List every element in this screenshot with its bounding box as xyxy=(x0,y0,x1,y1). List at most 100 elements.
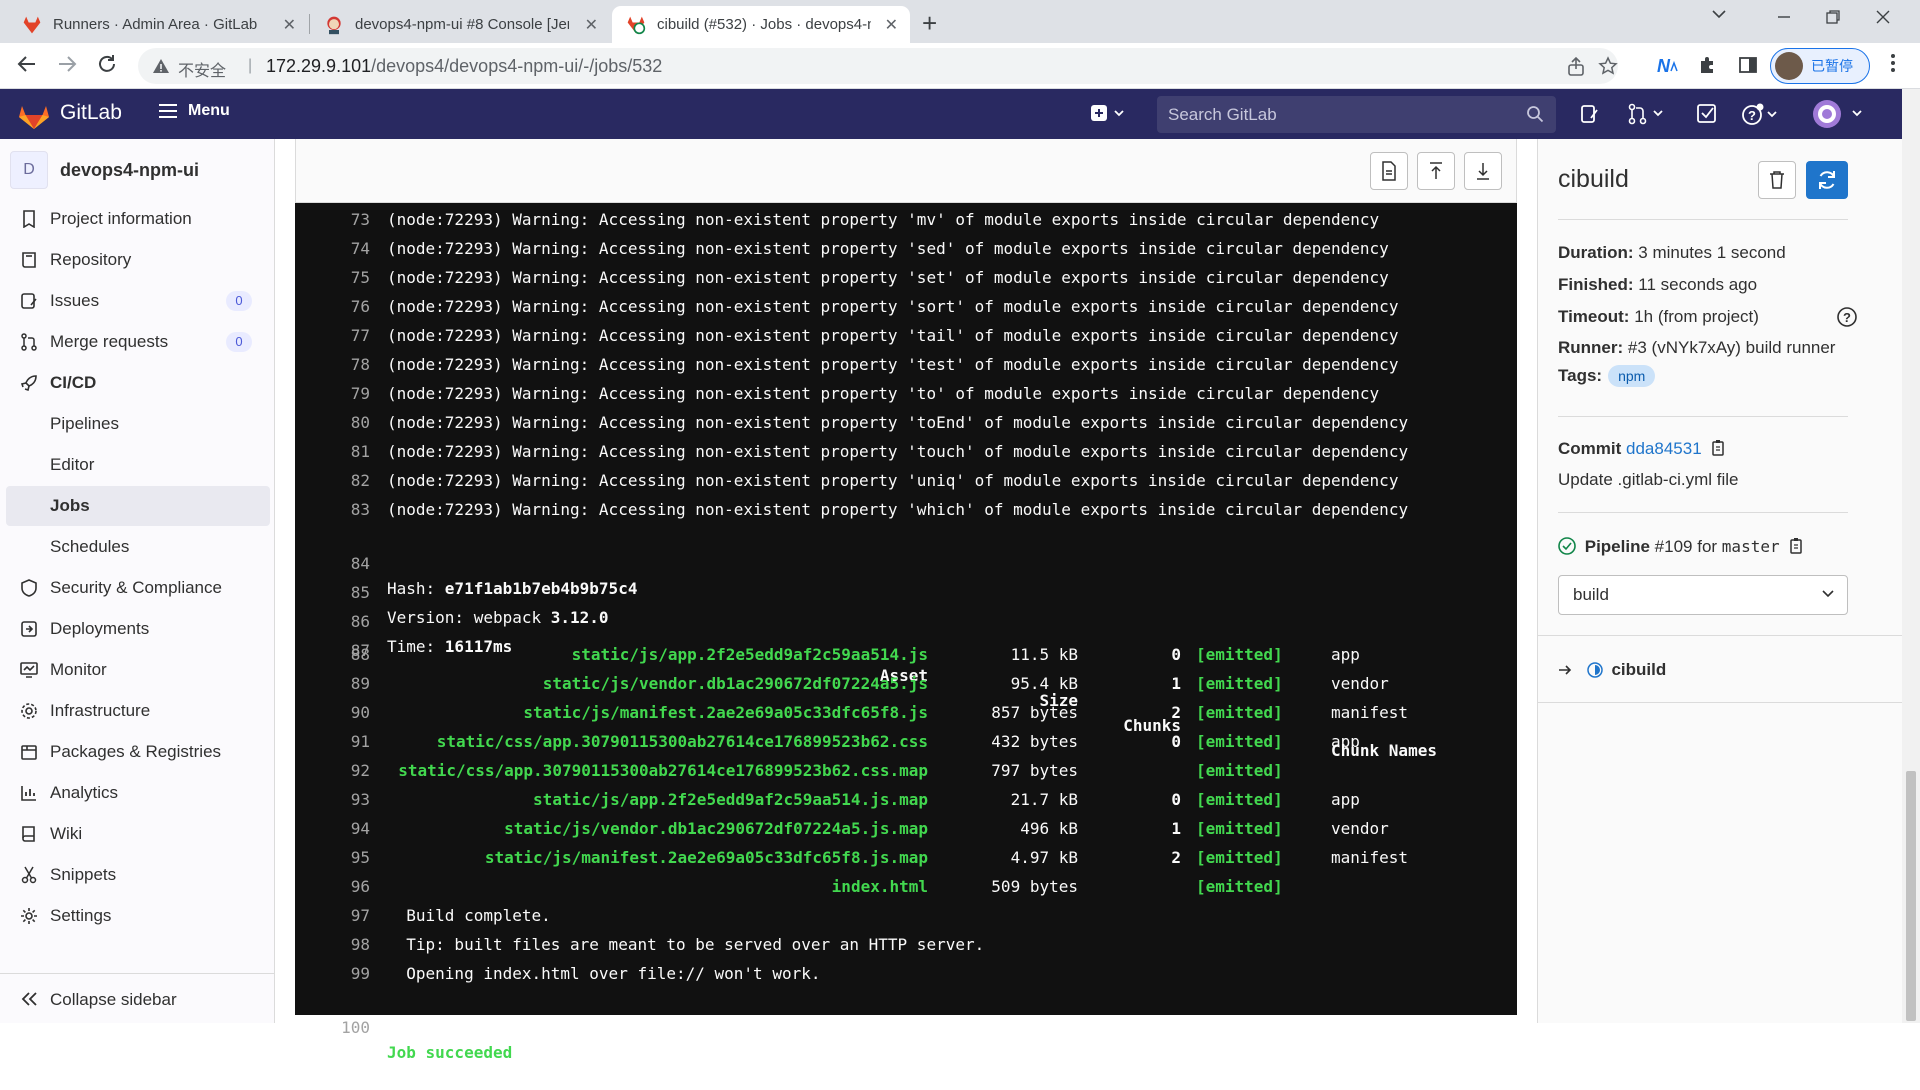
pipeline-ref[interactable]: master xyxy=(1722,537,1780,556)
main-menu-button[interactable]: Menu xyxy=(158,102,230,120)
browser-tab-runners[interactable]: Runners · Admin Area · GitLab ✕ xyxy=(8,6,308,43)
user-avatar-menu[interactable] xyxy=(1812,99,1868,129)
line-number[interactable]: 80 xyxy=(295,410,370,435)
stage-select[interactable]: build xyxy=(1558,575,1848,615)
line-number[interactable]: 74 xyxy=(295,236,370,261)
divider xyxy=(1538,702,1903,703)
address-bar[interactable]: 不安全 | 172.29.9.101/devops4/devops4-npm-u… xyxy=(138,48,1618,84)
sidebar-item-security-compliance[interactable]: Security & Compliance xyxy=(6,568,270,608)
sidebar-item-repository[interactable]: Repository xyxy=(6,240,270,280)
log-line: 81 (node:72293) Warning: Accessing non-ex… xyxy=(295,439,1517,468)
sidebar-item-monitor[interactable]: Monitor xyxy=(6,650,270,690)
commit-sha-link[interactable]: dda84531 xyxy=(1626,439,1702,458)
sidebar-item-label: Settings xyxy=(50,906,112,925)
sidebar-item-ci-cd[interactable]: CI/CD xyxy=(6,363,270,403)
restore-window-icon[interactable] xyxy=(1824,8,1842,26)
copy-icon[interactable] xyxy=(1788,537,1804,555)
emitted-flag: [emitted] xyxy=(1196,790,1283,809)
line-number[interactable]: 97 xyxy=(295,903,370,928)
extension-n-icon[interactable]: N xyxy=(1656,55,1680,77)
scroll-to-bottom-button[interactable] xyxy=(1464,152,1502,190)
line-number[interactable]: 99 xyxy=(295,961,370,986)
line-number[interactable]: 90 xyxy=(295,700,370,725)
sidebar-item-merge-requests[interactable]: Merge requests 0 xyxy=(6,322,270,362)
reload-button[interactable] xyxy=(96,53,118,75)
line-number[interactable]: 98 xyxy=(295,932,370,957)
sidebar-item-issues[interactable]: Issues 0 xyxy=(6,281,270,321)
show-raw-button[interactable] xyxy=(1370,152,1408,190)
line-number[interactable]: 95 xyxy=(295,845,370,870)
sidebar-item-infrastructure[interactable]: Infrastructure xyxy=(6,691,270,731)
help-icon[interactable]: ? xyxy=(1741,103,1781,127)
sidebar-subitem-jobs[interactable]: Jobs xyxy=(6,486,270,526)
line-number[interactable]: 79 xyxy=(295,381,370,406)
new-dropdown-plus-icon[interactable] xyxy=(1090,103,1130,123)
gitlab-logo-icon[interactable] xyxy=(18,100,50,130)
gitlab-brand[interactable]: GitLab xyxy=(60,101,122,125)
project-header[interactable]: D devops4-npm-ui xyxy=(10,151,199,189)
sidebar-subitem-schedules[interactable]: Schedules xyxy=(6,527,270,567)
todos-icon[interactable] xyxy=(1696,103,1718,125)
line-number[interactable]: 94 xyxy=(295,816,370,841)
line-number[interactable]: 83 xyxy=(295,497,370,522)
merge-requests-shortcut-icon[interactable] xyxy=(1627,103,1667,125)
line-number[interactable]: 75 xyxy=(295,265,370,290)
line-number[interactable]: 100 xyxy=(295,1015,370,1040)
line-number[interactable]: 93 xyxy=(295,787,370,812)
emitted-flag: [emitted] xyxy=(1196,848,1283,867)
copy-icon[interactable] xyxy=(1710,439,1726,457)
tab-search-chevron-icon[interactable] xyxy=(1710,5,1728,23)
close-tab-icon[interactable]: ✕ xyxy=(885,15,898,35)
close-window-icon[interactable] xyxy=(1874,8,1892,26)
scroll-to-top-button[interactable] xyxy=(1417,152,1455,190)
back-button[interactable] xyxy=(16,53,38,75)
sidebar-item-settings[interactable]: Settings xyxy=(6,896,270,936)
extensions-puzzle-icon[interactable] xyxy=(1698,55,1718,75)
page-scrollbar[interactable] xyxy=(1902,89,1920,1023)
line-number[interactable]: 96 xyxy=(295,874,370,899)
profile-paused-button[interactable]: 已暂停 xyxy=(1770,48,1870,84)
line-number[interactable]: 91 xyxy=(295,729,370,754)
asset-row: 91 static/css/app.30790115300ab27614ce176… xyxy=(295,729,1517,758)
line-number[interactable]: 88 xyxy=(295,642,370,667)
issues-count-badge: 0 xyxy=(226,291,252,311)
help-circle-icon[interactable]: ? xyxy=(1836,306,1858,328)
browser-tab-jenkins[interactable]: devops4-npm-ui #8 Console [Jenkins] ✕ xyxy=(310,6,610,43)
side-panel-icon[interactable] xyxy=(1738,55,1758,75)
minimize-window-icon[interactable] xyxy=(1775,8,1793,26)
current-job-item[interactable]: cibuild xyxy=(1558,660,1666,680)
sidebar-item-label: Pipelines xyxy=(50,414,119,433)
line-number[interactable]: 89 xyxy=(295,671,370,696)
pipeline-id-link[interactable]: #109 xyxy=(1655,537,1693,556)
sidebar-item-project-information[interactable]: Project information xyxy=(6,199,270,239)
line-number[interactable]: 77 xyxy=(295,323,370,348)
line-number[interactable]: 73 xyxy=(295,207,370,232)
job-title: cibuild xyxy=(1558,165,1629,193)
sidebar-subitem-editor[interactable]: Editor xyxy=(6,445,270,485)
sidebar-item-analytics[interactable]: Analytics xyxy=(6,773,270,813)
new-tab-button[interactable]: + xyxy=(922,8,937,39)
sidebar-subitem-pipelines[interactable]: Pipelines xyxy=(6,404,270,444)
gitlab-search-input[interactable]: Search GitLab xyxy=(1157,96,1556,133)
sidebar-item-snippets[interactable]: Snippets xyxy=(6,855,270,895)
browser-tab-active-job[interactable]: cibuild (#532) · Jobs · devops4-npm-ui ✕ xyxy=(612,6,910,43)
sidebar-item-deployments[interactable]: Deployments xyxy=(6,609,270,649)
issues-shortcut-icon[interactable] xyxy=(1580,103,1600,125)
bookmark-star-icon[interactable] xyxy=(1598,56,1618,76)
retry-job-button[interactable] xyxy=(1806,161,1848,199)
scrollbar-thumb[interactable] xyxy=(1906,771,1916,1021)
erase-job-button[interactable] xyxy=(1758,161,1796,199)
browser-menu-kebab-icon[interactable] xyxy=(1890,53,1896,73)
forward-button[interactable] xyxy=(56,53,78,75)
line-number[interactable]: 92 xyxy=(295,758,370,783)
collapse-sidebar-button[interactable]: Collapse sidebar xyxy=(0,973,275,1023)
sidebar-item-packages-registries[interactable]: Packages & Registries xyxy=(6,732,270,772)
line-number[interactable]: 78 xyxy=(295,352,370,377)
line-number[interactable]: 81 xyxy=(295,439,370,464)
close-tab-icon[interactable]: ✕ xyxy=(585,15,598,35)
line-number[interactable]: 76 xyxy=(295,294,370,319)
sidebar-item-wiki[interactable]: Wiki xyxy=(6,814,270,854)
line-number[interactable]: 82 xyxy=(295,468,370,493)
close-tab-icon[interactable]: ✕ xyxy=(283,15,296,35)
share-icon[interactable] xyxy=(1566,57,1586,77)
